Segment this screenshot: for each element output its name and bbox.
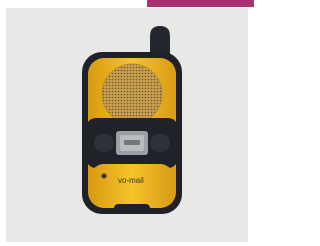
speaker-grill bbox=[101, 63, 163, 125]
indicator-dot bbox=[101, 173, 107, 179]
walkie-talkie-image: vo-mail bbox=[82, 26, 182, 214]
right-button bbox=[150, 134, 170, 152]
left-button bbox=[94, 134, 114, 152]
brand-label: vo-mail bbox=[118, 176, 144, 185]
base-foot bbox=[114, 204, 150, 214]
